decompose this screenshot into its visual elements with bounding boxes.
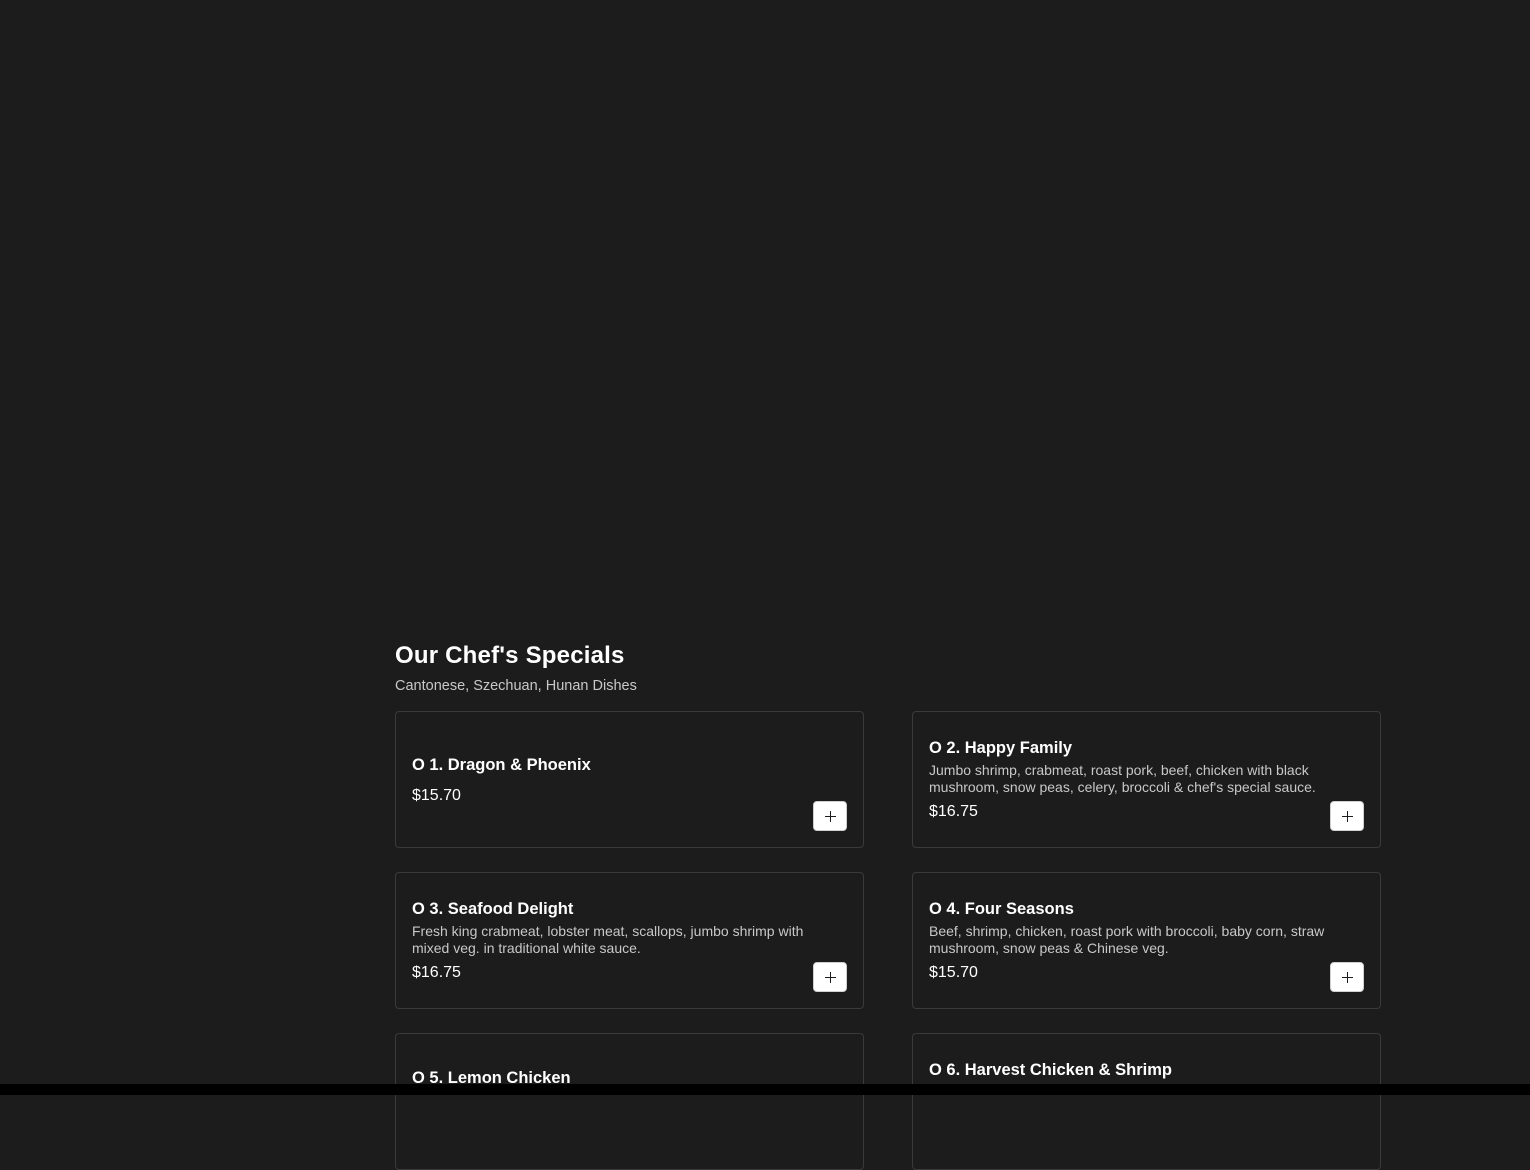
bottom-bar [0, 1084, 1530, 1095]
menu-item-card[interactable]: O 2. Happy Family Jumbo shrimp, crabmeat… [912, 711, 1381, 848]
menu-item-name: O 3. Seafood Delight [412, 900, 574, 918]
section-subtitle: Cantonese, Szechuan, Hunan Dishes [395, 678, 637, 694]
add-item-button[interactable] [1330, 962, 1364, 992]
menu-item-description: Fresh king crabmeat, lobster meat, scall… [412, 923, 804, 956]
menu-item-price: $15.70 [412, 786, 461, 804]
menu-item-name: O 6. Harvest Chicken & Shrimp [929, 1061, 1172, 1079]
menu-item-name: O 2. Happy Family [929, 739, 1073, 757]
menu-items-grid: O 1. Dragon & Phoenix $15.70 O 2. Happy … [395, 711, 1381, 1170]
menu-item-card[interactable]: O 1. Dragon & Phoenix $15.70 [395, 711, 864, 848]
menu-item-name: O 4. Four Seasons [929, 900, 1074, 918]
menu-section: Our Chef's Specials Cantonese, Szechuan,… [395, 640, 1381, 1170]
section-title: Our Chef's Specials [395, 642, 625, 669]
menu-item-card[interactable]: O 5. Lemon Chicken [395, 1033, 864, 1170]
add-item-button[interactable] [813, 962, 847, 992]
menu-item-price: $16.75 [412, 964, 461, 981]
menu-item-card[interactable]: O 4. Four Seasons Beef, shrimp, chicken,… [912, 872, 1381, 1009]
plus-icon [1341, 971, 1353, 983]
menu-item-card[interactable]: O 6. Harvest Chicken & Shrimp [912, 1033, 1381, 1170]
plus-icon [824, 810, 836, 822]
menu-item-price: $16.75 [929, 803, 978, 820]
menu-item-name: O 1. Dragon & Phoenix [412, 755, 591, 774]
add-item-button[interactable] [1330, 801, 1364, 831]
plus-icon [824, 971, 836, 983]
menu-item-card[interactable]: O 3. Seafood Delight Fresh king crabmeat… [395, 872, 864, 1009]
menu-item-description: Beef, shrimp, chicken, roast pork with b… [929, 923, 1325, 956]
plus-icon [1341, 810, 1353, 822]
menu-item-price: $15.70 [929, 964, 978, 981]
hero-banner [0, 0, 1530, 610]
menu-item-description: Jumbo shrimp, crabmeat, roast pork, beef… [929, 762, 1316, 795]
add-item-button[interactable] [813, 801, 847, 831]
